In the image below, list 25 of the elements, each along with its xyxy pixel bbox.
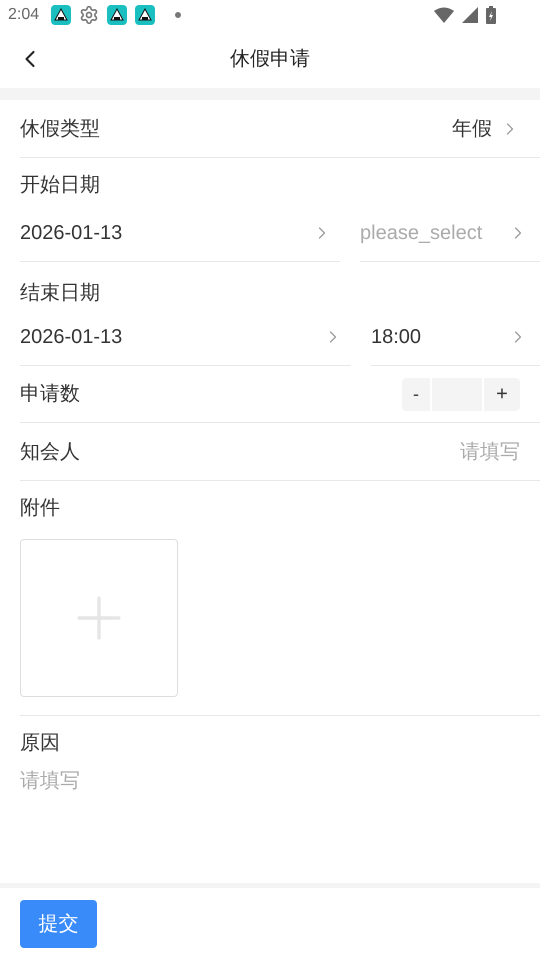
- signal-icon: [462, 7, 478, 23]
- start-date-label: 开始日期: [20, 173, 101, 198]
- date-picker[interactable]: 2026-01-13: [20, 308, 351, 366]
- app-icon: [107, 5, 128, 25]
- dot-icon: [175, 12, 182, 18]
- increase-button[interactable]: +: [484, 378, 520, 410]
- leave-type-row[interactable]: 休假类型 年假: [20, 100, 540, 158]
- upload-button[interactable]: [20, 539, 178, 697]
- status-time: 2:04: [8, 5, 40, 25]
- reason-field[interactable]: 请填写: [20, 766, 520, 846]
- wifi-icon: [434, 7, 454, 23]
- app-icon: [135, 5, 156, 25]
- reason-label: 原因: [20, 731, 61, 756]
- decrease-button[interactable]: -: [402, 378, 430, 410]
- date-picker[interactable]: 2026-01-13: [20, 204, 340, 262]
- time-picker[interactable]: 18:00: [371, 308, 540, 366]
- end-date-label: 结束日期: [20, 281, 101, 306]
- page-title: 休假申请: [230, 47, 310, 72]
- notify-label: 知会人: [20, 440, 80, 464]
- battery-icon: [486, 6, 496, 24]
- amount-label: 申请数: [20, 382, 80, 407]
- app-icon: [51, 5, 72, 25]
- gear-icon: [79, 5, 100, 25]
- attachment-label: 附件: [20, 496, 61, 521]
- notify-field[interactable]: 请填写: [320, 436, 520, 466]
